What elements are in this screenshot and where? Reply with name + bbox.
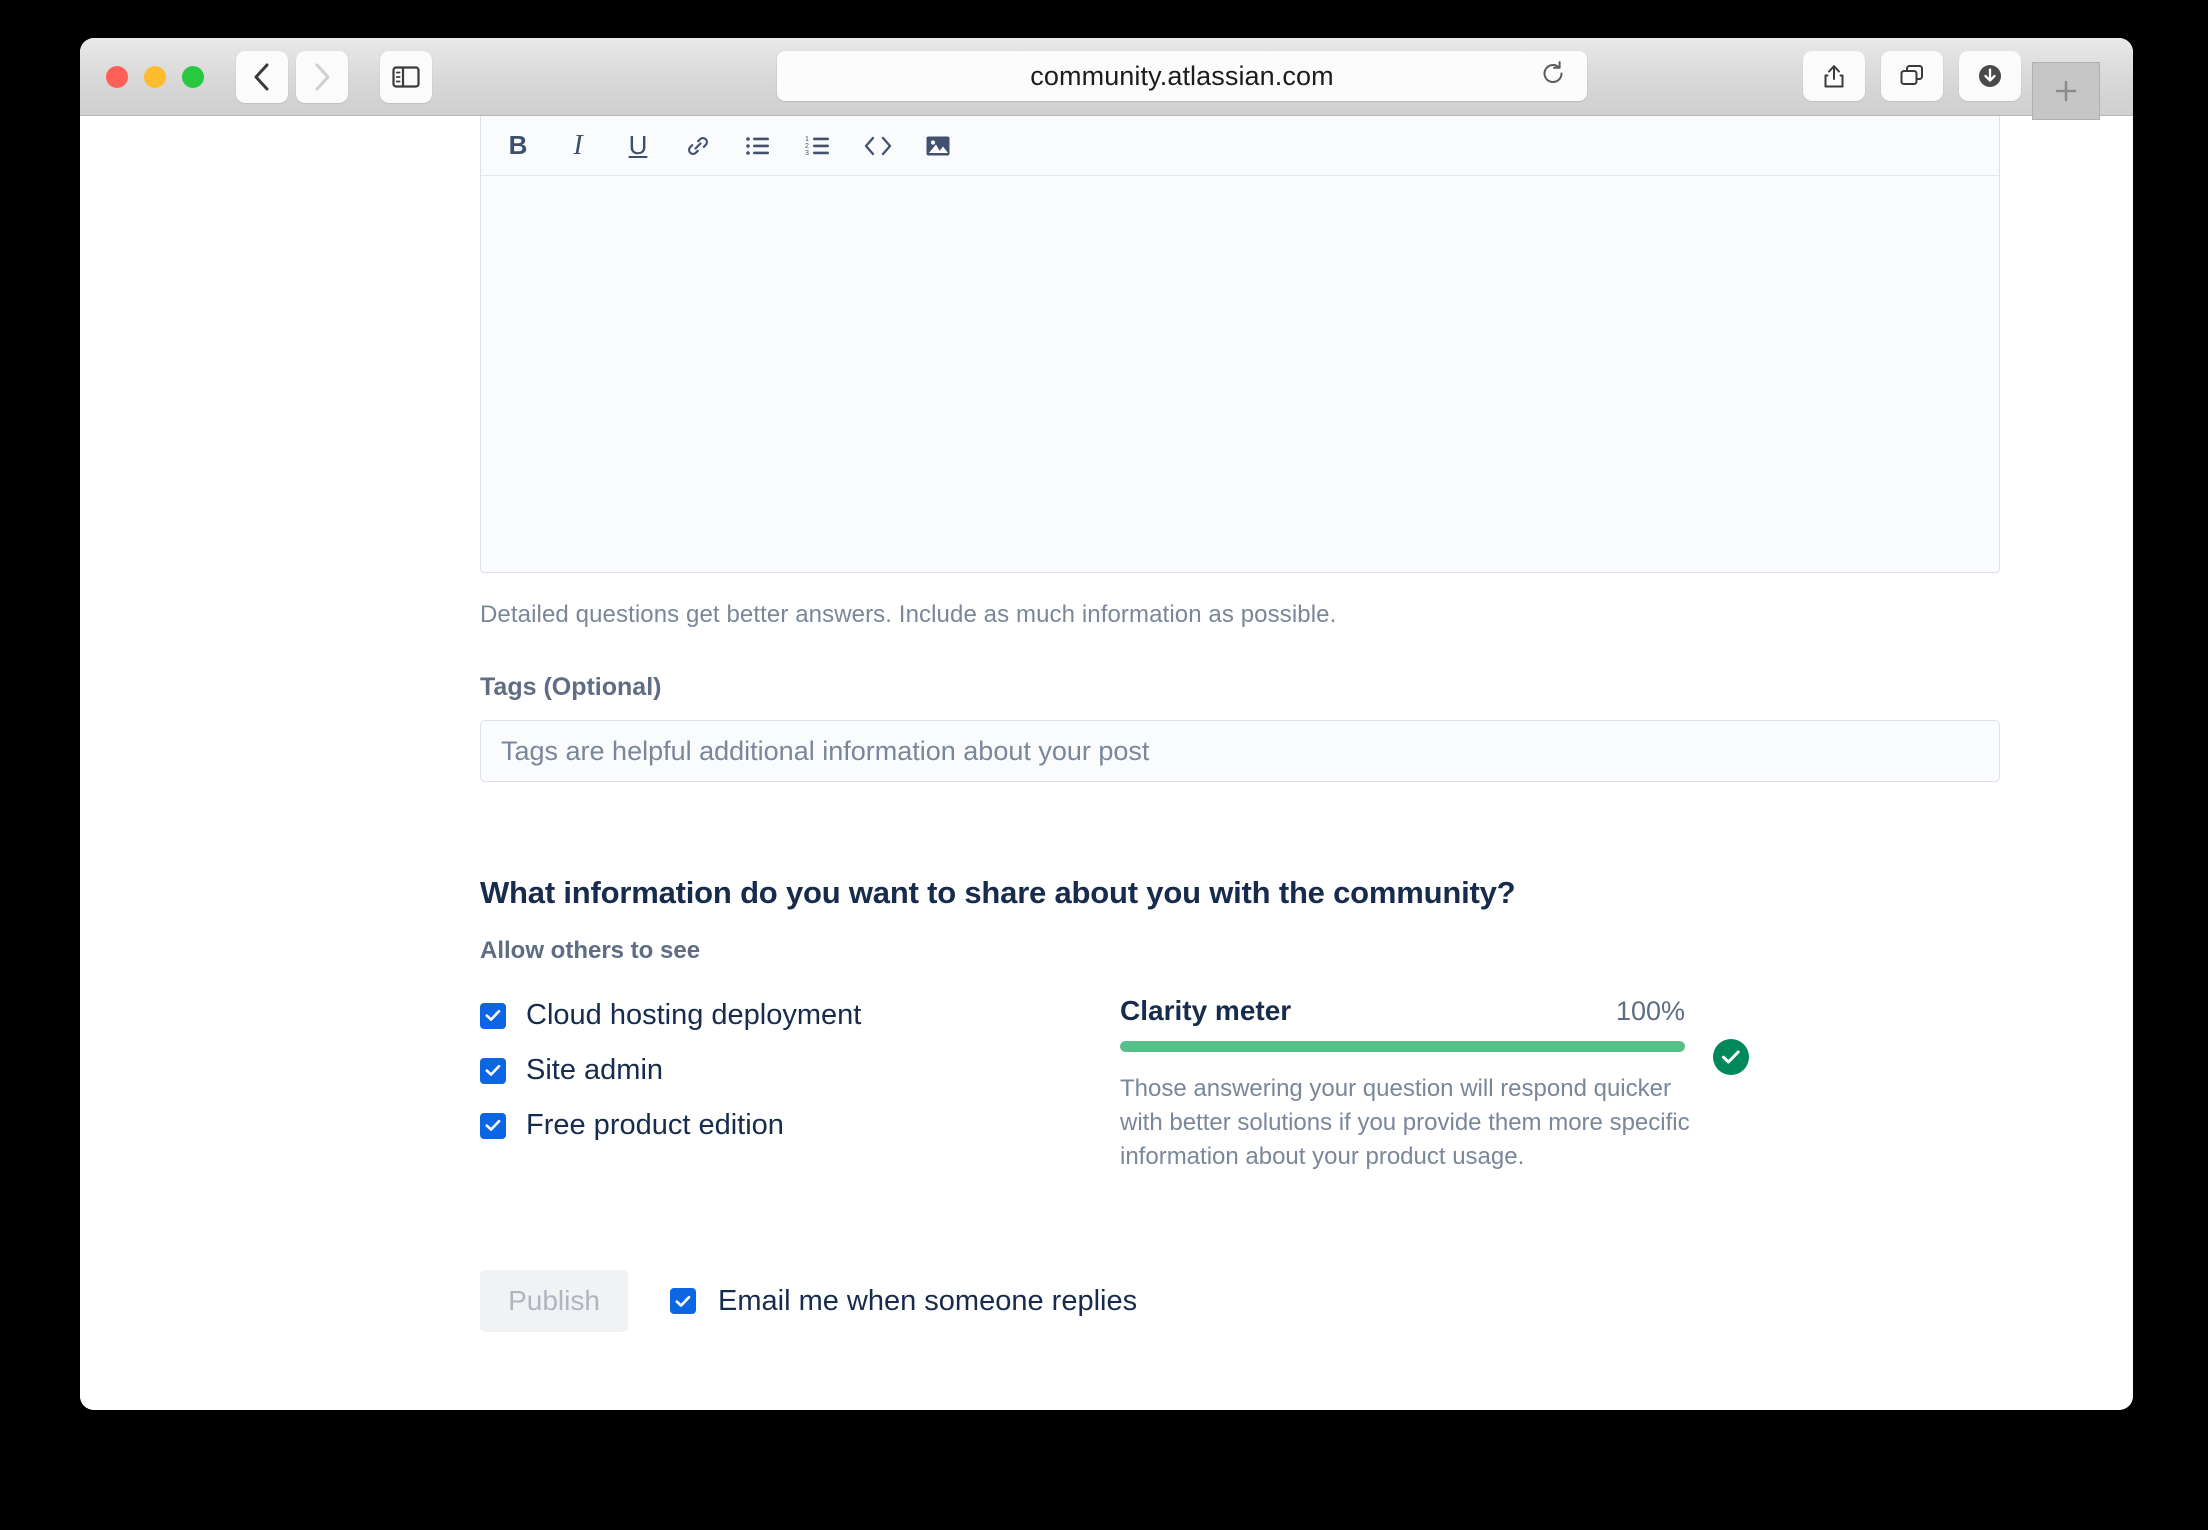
code-icon[interactable] [863,131,893,161]
tabs-icon [1898,63,1926,89]
browser-window: community.atlassian.com [80,38,2133,1410]
link-glyph [685,133,711,159]
maximize-window-button[interactable] [182,66,204,88]
share-option-cloud-hosting[interactable]: Cloud hosting deployment [480,999,1120,1032]
clarity-meter-header: Clarity meter 100% [1120,995,1685,1027]
share-icon [1821,61,1847,91]
share-option-free-edition[interactable]: Free product edition [480,1109,1120,1142]
email-notify-label: Email me when someone replies [718,1285,1137,1318]
bullet-list-glyph [745,135,771,157]
tags-label: Tags (Optional) [480,673,2000,702]
clarity-meter-description: Those answering your question will respo… [1120,1072,1720,1174]
form-footer: Publish Email me when someone replies [480,1270,2000,1332]
chevron-right-icon [312,62,332,92]
editor-helper-text: Detailed questions get better answers. I… [480,601,2000,629]
tab-overview-button[interactable] [1881,51,1943,101]
checkbox-checked-icon[interactable] [670,1288,696,1314]
share-option-label: Free product edition [526,1109,784,1142]
svg-text:2: 2 [805,143,809,150]
image-icon[interactable] [923,131,953,161]
clarity-meter-fill [1120,1041,1685,1052]
close-window-button[interactable] [106,66,128,88]
checkbox-checked-icon[interactable] [480,1058,506,1084]
share-section-heading: What information do you want to share ab… [480,875,2000,911]
svg-text:1: 1 [805,136,809,143]
link-icon[interactable] [683,131,713,161]
clarity-meter: Clarity meter 100% Those answering your … [1120,987,1840,1174]
post-editor-form: B I U [480,116,2000,1332]
tags-input[interactable]: Tags are helpful additional information … [480,720,2000,782]
publish-button[interactable]: Publish [480,1270,628,1332]
address-bar[interactable]: community.atlassian.com [777,51,1587,101]
plus-icon [2051,76,2081,106]
reload-button[interactable] [1539,60,1567,93]
minimize-window-button[interactable] [144,66,166,88]
chevron-left-icon [252,62,272,92]
window-controls [106,66,204,88]
italic-icon[interactable]: I [563,131,593,161]
check-circle-icon [1721,1049,1741,1065]
url-text: community.atlassian.com [1030,61,1333,92]
share-button[interactable] [1803,51,1865,101]
share-option-site-admin[interactable]: Site admin [480,1054,1120,1087]
bold-icon[interactable]: B [503,131,533,161]
tags-placeholder: Tags are helpful additional information … [501,736,1149,767]
forward-button[interactable] [296,51,348,103]
checkbox-checked-icon[interactable] [480,1003,506,1029]
image-glyph [925,134,951,158]
back-button[interactable] [236,51,288,103]
new-tab-button[interactable] [2032,62,2100,120]
code-glyph [864,135,892,157]
rich-text-toolbar: B I U [480,116,2000,176]
browser-titlebar: community.atlassian.com [80,38,2133,116]
navigation-buttons [236,51,432,103]
share-option-label: Cloud hosting deployment [526,999,861,1032]
share-options-row: Cloud hosting deployment Site admin Free… [480,987,2000,1174]
bullet-list-icon[interactable] [743,131,773,161]
allow-others-label: Allow others to see [480,937,2000,965]
browser-actions [1803,51,2021,101]
email-notify-option[interactable]: Email me when someone replies [670,1285,1137,1318]
clarity-meter-title: Clarity meter [1120,995,1291,1027]
checkbox-checked-icon[interactable] [480,1113,506,1139]
numbered-list-icon[interactable]: 1 2 3 [803,131,833,161]
clarity-meter-track [1120,1041,1685,1052]
numbered-list-glyph: 1 2 3 [805,135,831,157]
clarity-complete-badge [1713,1039,1749,1075]
rich-text-editor-body[interactable] [480,176,2000,573]
share-options-list: Cloud hosting deployment Site admin Free… [480,987,1120,1174]
share-option-label: Site admin [526,1054,663,1087]
reload-icon [1539,60,1567,88]
downloads-button[interactable] [1959,51,2021,101]
sidebar-toggle-button[interactable] [380,51,432,103]
underline-icon[interactable]: U [623,131,653,161]
downloads-icon [1975,61,2005,91]
svg-text:3: 3 [805,150,809,157]
sidebar-icon [392,65,420,89]
page-viewport: B I U [80,116,2133,1410]
clarity-meter-percent: 100% [1616,996,1685,1027]
